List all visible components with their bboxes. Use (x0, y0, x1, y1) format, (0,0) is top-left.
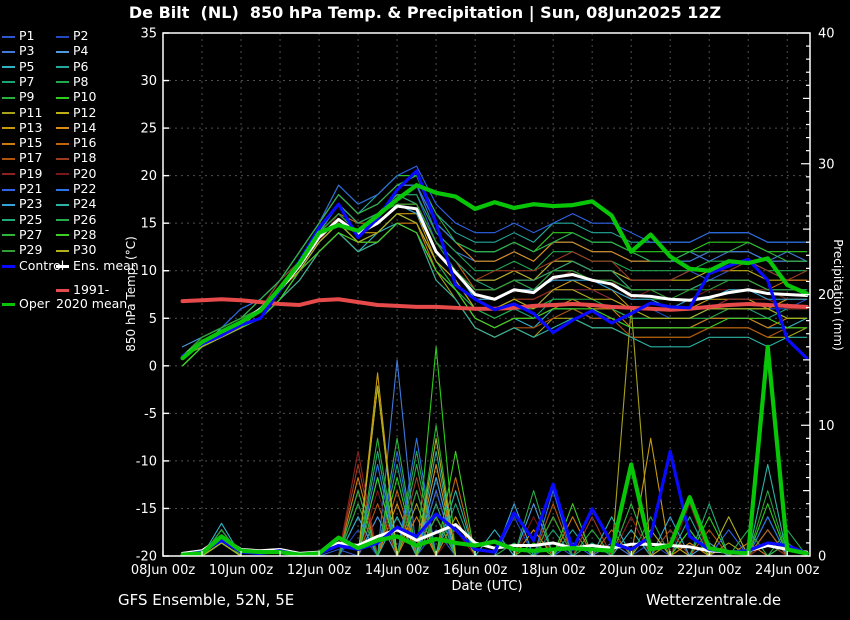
series-P22-precip (183, 438, 807, 556)
series-P23-precip (183, 478, 807, 556)
x-tick-label: 16Jun 00z (443, 563, 508, 578)
series-P8-temp (183, 195, 807, 357)
y-tick-label-left: 0 (149, 359, 157, 374)
y-tick-label-left: 5 (149, 312, 157, 327)
y-tick-label-right: 30 (818, 157, 835, 172)
series-P10-precip (183, 347, 807, 556)
site-caption: Wetterzentrale.de (646, 591, 781, 609)
y-tick-label-left: -10 (136, 454, 157, 469)
y-tick-label-left: 35 (140, 27, 157, 42)
temp-axis-label: 850 hPa Temp. (°C) (124, 236, 138, 352)
series-P3-precip (183, 360, 807, 556)
series-P11-precip (183, 308, 807, 556)
y-tick-label-left: 25 (140, 122, 157, 137)
x-axis-label: Date (UTC) (387, 579, 587, 594)
x-tick-label: 24Jun 00z (755, 563, 820, 578)
series-P25-temp (183, 195, 807, 357)
y-tick-label-left: 20 (140, 169, 157, 184)
x-tick-label: 08Jun 00z (131, 563, 196, 578)
y-tick-label-left: 10 (140, 264, 157, 279)
y-tick-label-right: 10 (818, 419, 835, 434)
series-ens-mean-temp (183, 206, 807, 356)
x-tick-label: 20Jun 00z (599, 563, 664, 578)
series-P13-precip (183, 373, 807, 556)
series-P4-precip (183, 478, 807, 556)
series-P27-precip (183, 438, 807, 556)
y-tick-label-left: 15 (140, 217, 157, 232)
series-P12-temp (183, 195, 807, 357)
x-tick-label: 12Jun 00z (287, 563, 352, 578)
precip-axis-label: Precipitation (mm) (831, 239, 845, 351)
x-tick-label: 10Jun 00z (209, 563, 274, 578)
model-caption: GFS Ensemble, 52N, 5E (118, 591, 294, 609)
y-tick-label-left: 30 (140, 74, 157, 89)
y-tick-label-right: 40 (818, 27, 835, 42)
series-control-temp (183, 171, 807, 358)
x-tick-label: 18Jun 00z (521, 563, 586, 578)
series-P1-temp (183, 195, 807, 357)
series-control-precip (183, 451, 807, 554)
series-P16-precip (183, 478, 807, 556)
series-P9-precip (183, 425, 807, 556)
series-P15-precip (183, 478, 807, 556)
meteogram-screen: De Bilt (NL) 850 hPa Temp. & Precipitati… (0, 0, 850, 620)
y-tick-label-left: -5 (144, 407, 157, 422)
x-tick-label: 22Jun 00z (677, 563, 742, 578)
y-tick-label-left: -15 (136, 502, 157, 517)
x-tick-label: 14Jun 00z (365, 563, 430, 578)
series-P18-temp (183, 195, 807, 357)
plot-frame (163, 33, 810, 556)
